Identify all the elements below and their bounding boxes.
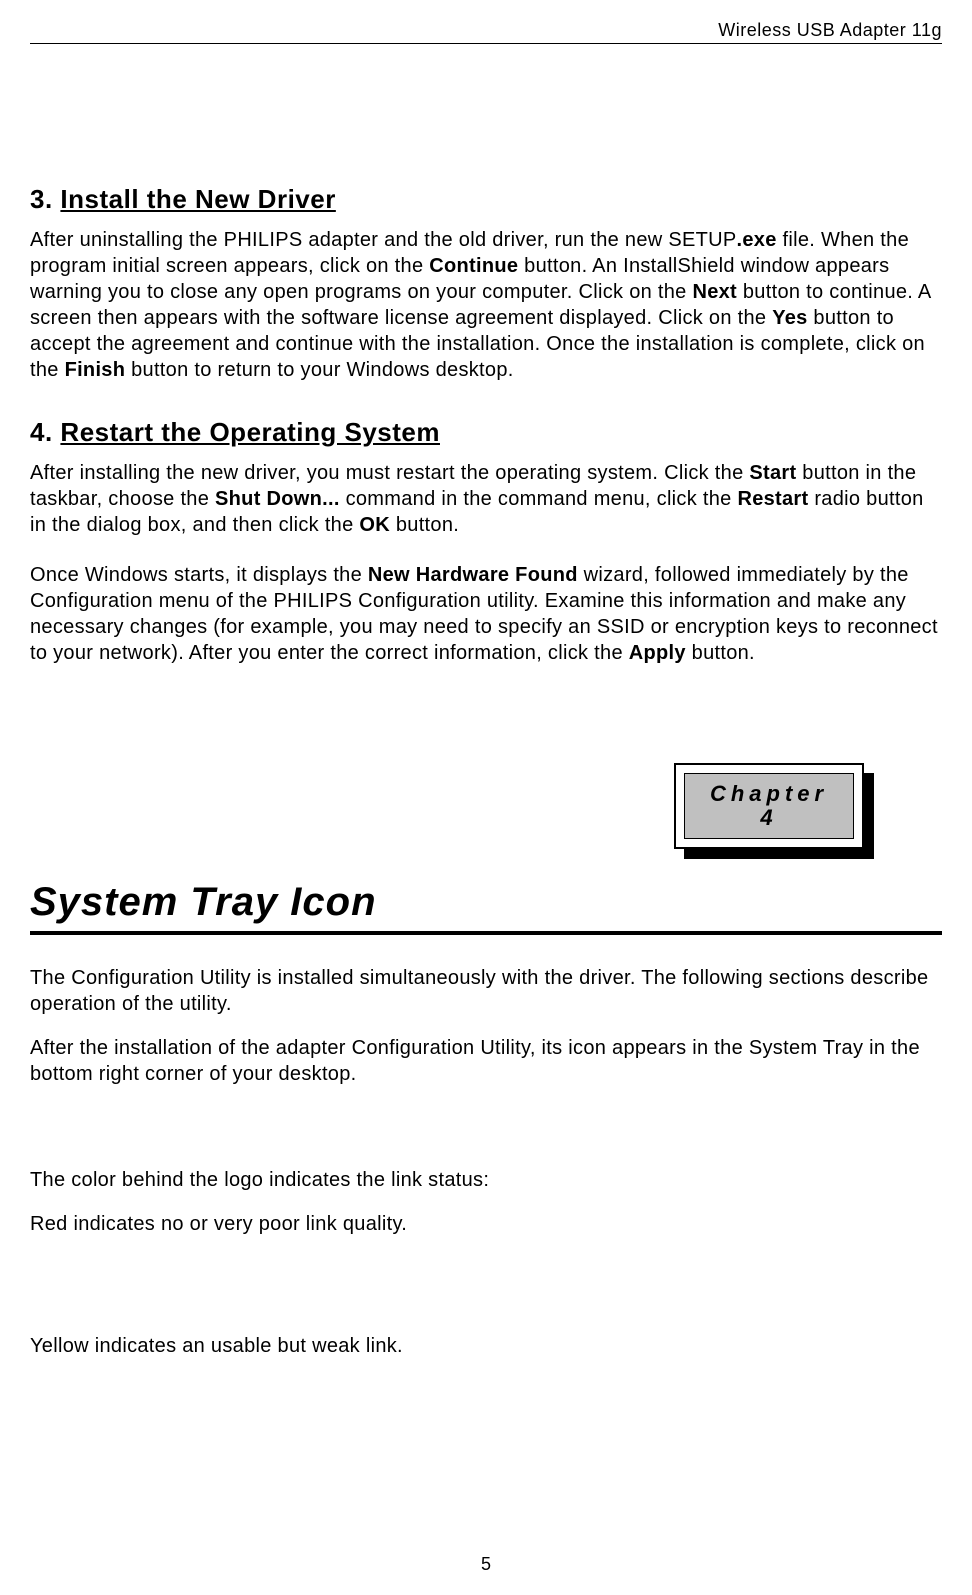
section-3-title: Install the New Driver [60, 184, 335, 214]
section-4-paragraph-2: Once Windows starts, it displays the New… [30, 562, 942, 666]
tray-paragraph-5: Yellow indicates an usable but weak link… [30, 1333, 942, 1359]
section-3-heading: 3. Install the New Driver [30, 184, 942, 215]
document-header: Wireless USB Adapter 11g [30, 20, 942, 44]
section-4-number: 4. [30, 417, 53, 447]
chapter-box-inner: Chapter 4 [684, 773, 854, 839]
chapter-box-text: Chapter 4 [710, 782, 828, 830]
section-3-number: 3. [30, 184, 53, 214]
section-3-paragraph: After uninstalling the PHILIPS adapter a… [30, 227, 942, 383]
chapter-title: System Tray Icon [30, 880, 942, 931]
heading-underline [30, 931, 942, 935]
section-4-paragraph-1: After installing the new driver, you mus… [30, 460, 942, 538]
chapter-box: Chapter 4 [674, 763, 864, 849]
spacer [30, 1237, 942, 1333]
chapter-box-outer: Chapter 4 [674, 763, 864, 849]
header-title: Wireless USB Adapter 11g [718, 20, 942, 40]
page-number: 5 [0, 1554, 972, 1575]
spacer [30, 1111, 942, 1167]
tray-paragraph-2: After the installation of the adapter Co… [30, 1035, 942, 1087]
tray-paragraph-3: The color behind the logo indicates the … [30, 1167, 942, 1193]
section-4-heading: 4. Restart the Operating System [30, 417, 942, 448]
tray-paragraph-1: The Configuration Utility is installed s… [30, 965, 942, 1017]
chapter-label: Chapter [710, 781, 828, 806]
document-page: Wireless USB Adapter 11g 3. Install the … [0, 0, 972, 1595]
tray-paragraph-4: Red indicates no or very poor link quali… [30, 1211, 942, 1237]
section-4-title: Restart the Operating System [60, 417, 440, 447]
chapter-number: 4 [760, 805, 777, 830]
